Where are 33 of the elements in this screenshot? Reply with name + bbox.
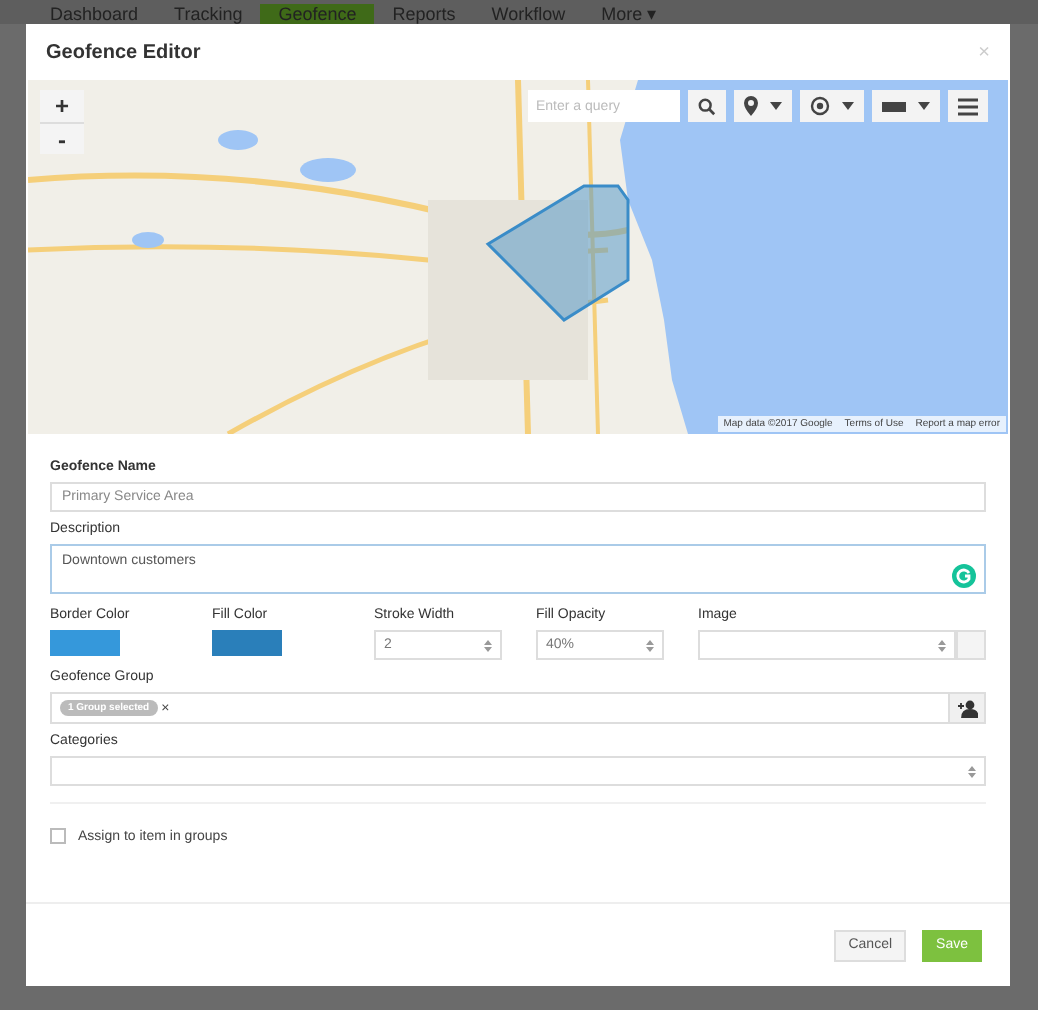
nav-tab[interactable]: Reports (374, 4, 474, 24)
ruler-button[interactable] (872, 90, 940, 122)
caret-icon (770, 102, 782, 110)
dialog-title: Geofence Editor (46, 41, 201, 63)
pin-icon (744, 96, 758, 116)
caret-icon (842, 102, 854, 110)
menu-icon (958, 97, 978, 115)
color-swatch[interactable] (212, 630, 282, 656)
updown-arrows-icon (646, 639, 654, 651)
target-icon (810, 96, 830, 116)
updown-arrows-icon (938, 639, 946, 651)
pin-button[interactable] (734, 90, 792, 122)
nav-tab[interactable]: Tracking (156, 4, 261, 24)
caret-icon (918, 102, 930, 110)
search-button[interactable] (688, 90, 726, 122)
updown-arrows-icon (484, 639, 492, 651)
add-user-button[interactable] (950, 692, 986, 724)
person-icon (957, 699, 977, 717)
zoom-in-button[interactable]: + (40, 90, 84, 122)
grammar-check-icon (952, 564, 976, 588)
checkbox[interactable] (50, 828, 66, 844)
updown-arrows-icon (968, 765, 976, 777)
search-icon (698, 97, 716, 115)
nav-tab[interactable]: More ▾ (583, 4, 676, 24)
ruler-icon (882, 101, 906, 111)
select-field[interactable] (698, 630, 956, 660)
nav-tab[interactable]: Geofence (260, 4, 375, 24)
nav-tab[interactable]: Dashboard (32, 4, 157, 24)
nav-tab[interactable]: Workflow (473, 4, 584, 24)
color-swatch[interactable] (50, 630, 120, 656)
menu-button[interactable] (948, 90, 988, 122)
zoom-out-button[interactable]: - (40, 122, 84, 154)
target-button[interactable] (800, 90, 864, 122)
